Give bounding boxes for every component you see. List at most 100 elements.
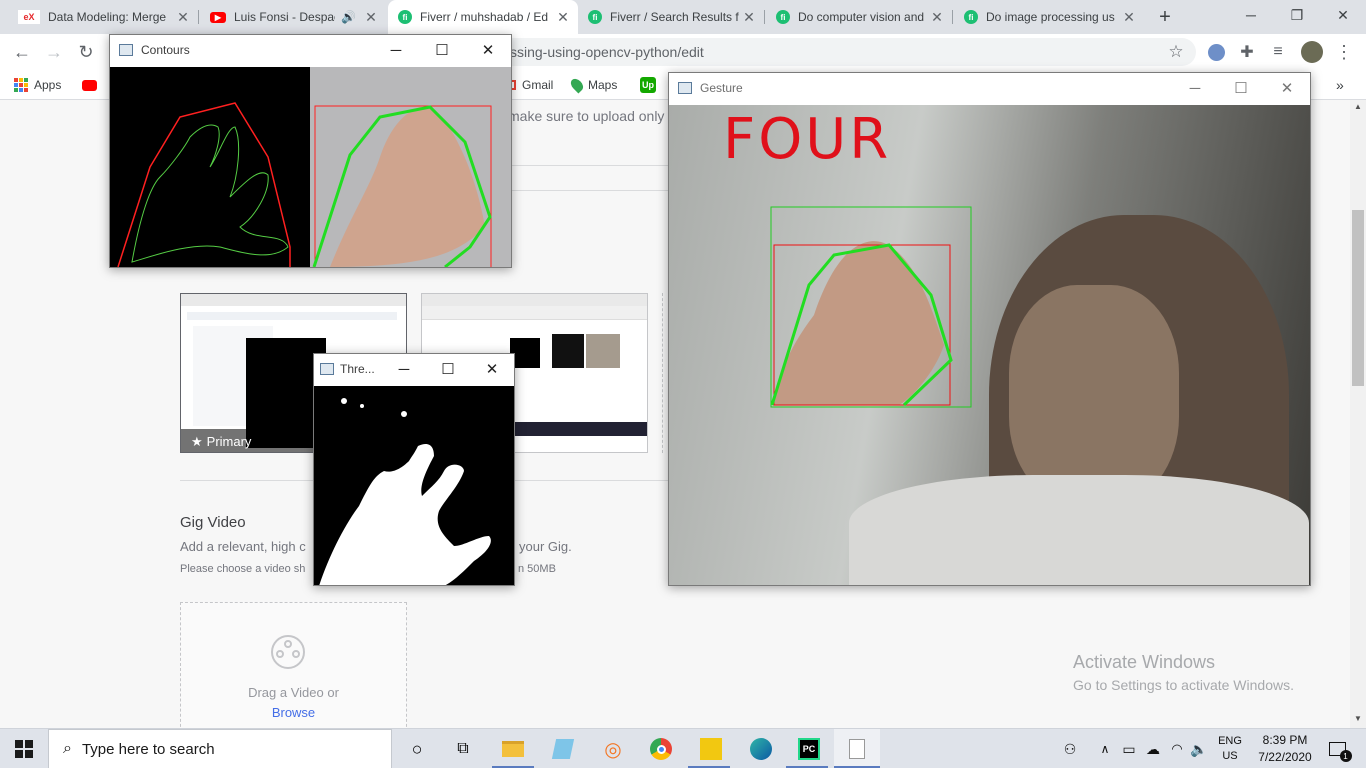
tab-title: Data Modeling: Merge — [48, 10, 167, 24]
tray-chevron-icon[interactable]: ∧ — [1094, 729, 1116, 768]
media-control-icon[interactable]: ≡ — [1264, 34, 1292, 70]
notification-count: 1 — [1339, 750, 1352, 762]
tab-image-processing[interactable]: fi Do image processing us ✕ — [954, 0, 1144, 34]
bookmark-apps[interactable]: Apps — [14, 70, 61, 100]
reload-icon[interactable]: ↻ — [72, 34, 100, 70]
window-app-icon — [320, 363, 334, 375]
gesture-label: FOUR — [723, 107, 892, 172]
onedrive-icon[interactable]: ☁ — [1142, 729, 1164, 768]
menu-kebab-icon[interactable]: ⋮ — [1330, 34, 1358, 70]
bookmark-maps[interactable]: Maps — [568, 70, 617, 100]
tab-divider — [952, 10, 953, 24]
drag-video-text: Drag a Video or — [248, 685, 339, 700]
close-button[interactable]: ✕ — [465, 35, 511, 65]
bookmark-youtube[interactable] — [82, 70, 97, 100]
cortana-icon[interactable]: ○ — [394, 729, 440, 768]
bookmark-label: Gmail — [522, 78, 554, 92]
scrollbar-thumb[interactable] — [1352, 210, 1364, 386]
film-reel-icon — [271, 635, 305, 669]
gig-video-description-end: your Gig. — [519, 539, 572, 554]
speaker-icon[interactable]: 🔊 — [341, 10, 356, 24]
activate-windows-title: Activate Windows — [1073, 652, 1216, 672]
close-button[interactable]: ✕ — [1264, 73, 1310, 103]
window-title: Thre... — [340, 362, 375, 376]
minimize-button[interactable]: ─ — [373, 35, 419, 65]
minimize-button[interactable]: ─ — [1172, 73, 1218, 103]
close-icon[interactable]: ✕ — [1120, 9, 1138, 26]
minimize-button[interactable]: ─ — [382, 354, 426, 384]
tab-youtube[interactable]: ▶ Luis Fonsi - Despac 🔊 ✕ — [200, 0, 386, 34]
maximize-button[interactable]: ☐ — [426, 354, 470, 384]
chrome-icon[interactable] — [638, 729, 684, 768]
edge-icon[interactable] — [738, 729, 784, 768]
wifi-icon[interactable]: ◠ — [1166, 729, 1188, 768]
gesture-titlebar[interactable]: Gesture ─ ☐ ✕ — [669, 73, 1310, 103]
maximize-button[interactable]: ☐ — [1218, 73, 1264, 103]
threshold-window[interactable]: Thre... ─ ☐ ✕ — [313, 353, 515, 586]
maximize-button[interactable]: ☐ — [419, 35, 465, 65]
gesture-window[interactable]: Gesture ─ ☐ ✕ FOUR — [668, 72, 1311, 586]
tab-edx[interactable]: eX Data Modeling: Merge ✕ — [8, 0, 198, 34]
volume-icon[interactable]: 🔈 — [1188, 729, 1210, 768]
bookmark-upwork[interactable]: Up — [640, 70, 656, 100]
close-icon[interactable]: ✕ — [174, 9, 192, 26]
close-icon[interactable]: ✕ — [740, 9, 758, 26]
page-scrollbar[interactable] — [1350, 100, 1366, 728]
close-icon[interactable]: ✕ — [554, 9, 572, 26]
forward-arrow-icon[interactable]: → — [40, 34, 68, 70]
scroll-down-icon[interactable]: ▼ — [1352, 714, 1364, 724]
tab-title: Do computer vision and — [798, 10, 925, 24]
minimize-button[interactable]: ─ — [1228, 0, 1274, 30]
primary-label: Primary — [206, 434, 252, 449]
threshold-titlebar[interactable]: Thre... ─ ☐ ✕ — [314, 354, 514, 384]
power-bi-icon[interactable] — [688, 729, 734, 768]
active-app-icon[interactable] — [834, 729, 880, 768]
battery-icon[interactable]: ▭ — [1118, 729, 1140, 768]
taskbar-search-box[interactable]: ⌕ Type here to search — [48, 729, 392, 768]
region-code: US — [1222, 750, 1238, 762]
close-window-button[interactable]: ✕ — [1320, 0, 1366, 30]
close-icon[interactable]: ✕ — [928, 9, 946, 26]
contour-image — [110, 67, 310, 267]
fiverr-icon: fi — [588, 10, 602, 24]
people-icon[interactable]: ⚇ — [1058, 729, 1082, 768]
clock-time: 8:39 PM — [1262, 733, 1308, 747]
notification-center-icon[interactable]: 1 — [1322, 729, 1352, 768]
close-icon[interactable]: ✕ — [362, 9, 380, 26]
window-title: Contours — [141, 43, 190, 57]
language-indicator[interactable]: ENG US — [1212, 729, 1248, 768]
file-explorer-icon[interactable] — [490, 729, 536, 768]
back-arrow-icon[interactable]: ← — [8, 34, 36, 70]
tab-fiverr-search[interactable]: fi Fiverr / Search Results f ✕ — [578, 0, 764, 34]
windows-start-icon[interactable] — [0, 729, 48, 768]
restore-button[interactable]: ❐ — [1274, 0, 1320, 30]
fiverr-icon: fi — [776, 10, 790, 24]
pycharm-icon[interactable]: PC — [786, 729, 832, 768]
window-app-icon — [678, 82, 692, 94]
scroll-up-icon[interactable]: ▲ — [1352, 102, 1364, 112]
tab-divider — [198, 10, 199, 24]
browse-link[interactable]: Browse — [181, 705, 406, 720]
bookmark-star-icon[interactable]: ☆ — [1162, 34, 1190, 70]
close-button[interactable]: ✕ — [470, 354, 514, 384]
clock[interactable]: 8:39 PM 7/22/2020 — [1252, 729, 1318, 768]
search-icon: ⌕ — [63, 740, 72, 757]
jupyter-icon[interactable]: ◎ — [590, 729, 636, 768]
video-drop-zone[interactable]: Drag a Video or Browse — [180, 602, 407, 732]
contours-titlebar[interactable]: Contours ─ ☐ ✕ — [110, 35, 511, 65]
puzzle-icon[interactable]: ✚ — [1233, 34, 1261, 70]
new-tab-button[interactable]: + — [1152, 4, 1178, 30]
contours-window[interactable]: Contours ─ ☐ ✕ — [109, 34, 512, 268]
tab-strip: eX Data Modeling: Merge ✕ ▶ Luis Fonsi -… — [0, 0, 1366, 34]
tab-computer-vision[interactable]: fi Do computer vision and ✕ — [766, 0, 952, 34]
fiverr-icon: fi — [964, 10, 978, 24]
extension-icon[interactable] — [1202, 34, 1230, 70]
more-bookmarks-chevron-icon[interactable]: » — [1336, 70, 1344, 100]
tab-fiverr-edit[interactable]: fi Fiverr / muhshadab / Ed ✕ — [388, 0, 578, 34]
windows-taskbar: ⌕ Type here to search ○ ⧉ ◎ PC ⚇ ∧ ▭ ☁ ◠… — [0, 728, 1366, 768]
search-placeholder: Type here to search — [81, 740, 215, 758]
tab-title: Fiverr / Search Results f — [610, 10, 739, 24]
notepad-icon[interactable] — [540, 729, 586, 768]
avatar[interactable] — [1298, 34, 1326, 70]
task-view-icon[interactable]: ⧉ — [440, 729, 486, 768]
